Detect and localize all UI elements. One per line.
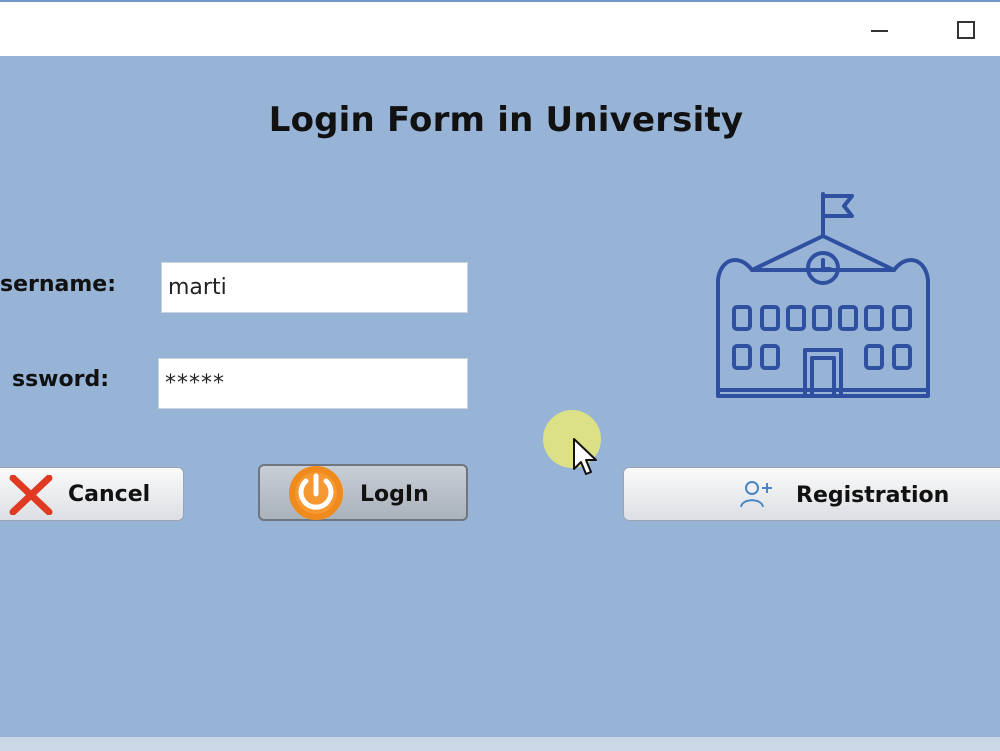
login-label: LogIn bbox=[360, 482, 429, 507]
add-user-icon bbox=[740, 481, 772, 508]
minimize-icon[interactable] bbox=[862, 12, 898, 48]
window-titlebar bbox=[0, 0, 1000, 56]
registration-label: Registration bbox=[796, 483, 950, 508]
username-field[interactable]: marti bbox=[161, 262, 468, 313]
maximize-icon[interactable] bbox=[948, 12, 984, 48]
mouse-cursor-icon bbox=[573, 438, 597, 475]
form-title: Login Form in University bbox=[268, 100, 744, 140]
cancel-button[interactable]: Cancel bbox=[0, 467, 184, 521]
close-x-icon bbox=[9, 475, 53, 515]
power-icon bbox=[289, 466, 343, 520]
password-field[interactable]: ***** bbox=[158, 358, 468, 409]
cancel-label: Cancel bbox=[68, 482, 151, 507]
registration-button[interactable]: Registration bbox=[623, 467, 1000, 521]
username-label: sername: bbox=[0, 272, 116, 297]
login-button[interactable]: LogIn bbox=[258, 464, 468, 521]
bottom-strip bbox=[0, 737, 1000, 751]
password-label: ssword: bbox=[11, 367, 109, 392]
school-building-icon bbox=[716, 192, 930, 398]
